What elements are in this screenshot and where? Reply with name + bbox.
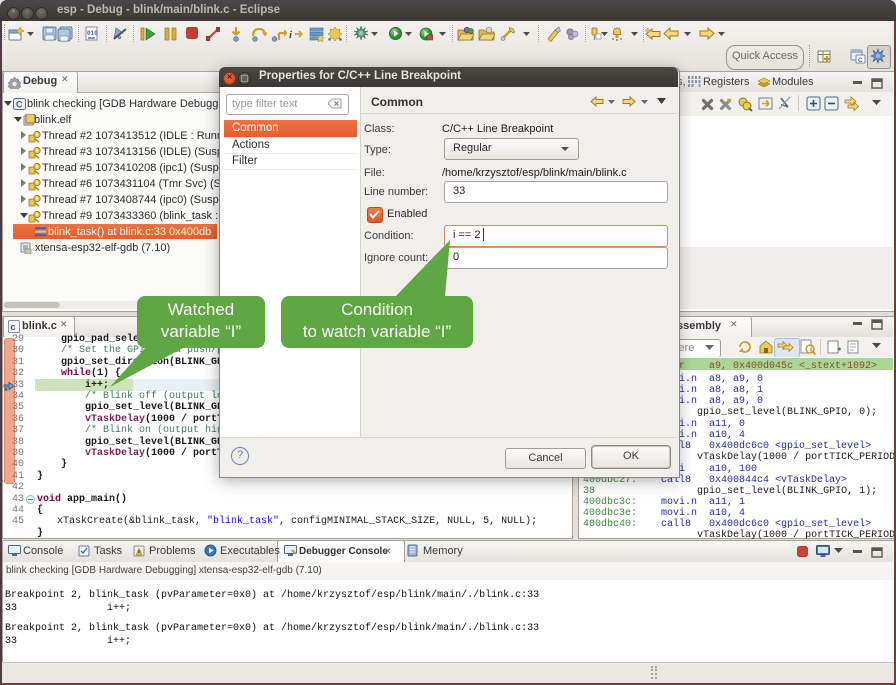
svg-text:c: c [11, 322, 16, 332]
svg-text:010: 010 [87, 30, 98, 37]
svg-text:C: C [858, 57, 863, 64]
svg-text:C: C [16, 100, 23, 110]
svg-text:i: i [289, 29, 293, 41]
